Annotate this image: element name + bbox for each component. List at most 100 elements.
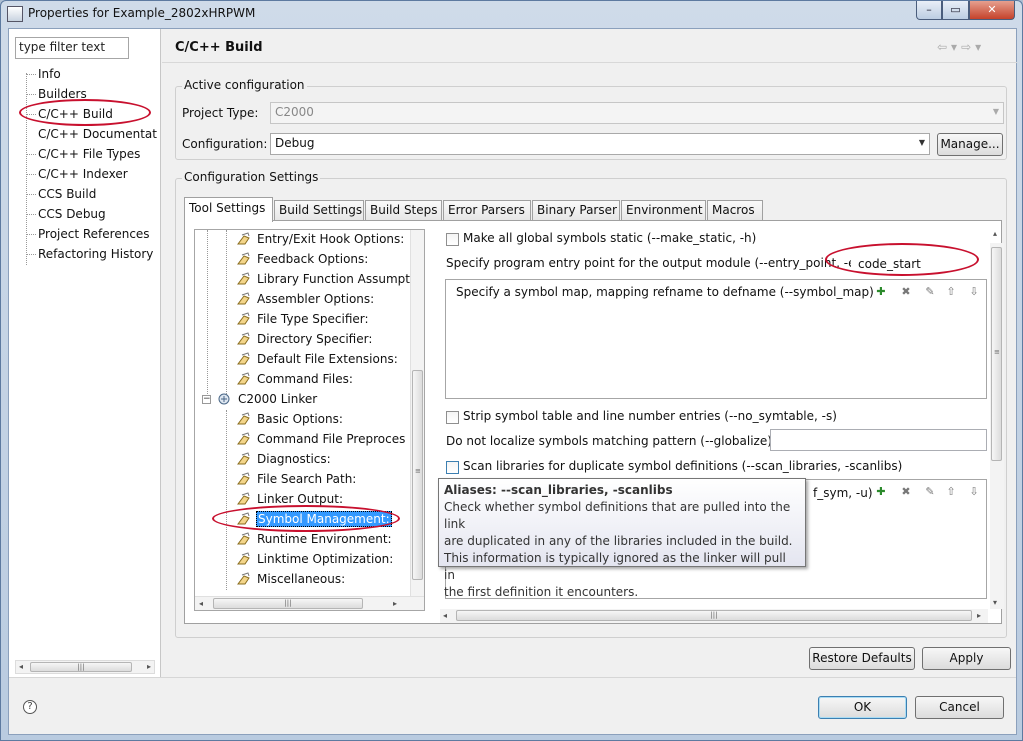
nav-horizontal-scrollbar[interactable]: ◂ ||| ▸ — [15, 660, 155, 674]
tab-environment[interactable]: Environment — [621, 200, 706, 221]
tree-item-basic-options[interactable]: Basic Options: — [257, 412, 343, 426]
scroll-down-arrow-icon[interactable]: ▾ — [993, 598, 997, 607]
move-up-icon[interactable]: ⇧ — [943, 484, 959, 500]
tree-item-miscellaneous[interactable]: Miscellaneous: — [257, 572, 345, 586]
tree-item-linker-output[interactable]: Linker Output: — [257, 492, 343, 506]
tree-item-c2000-linker[interactable]: C2000 Linker — [238, 392, 317, 406]
settings-vertical-scrollbar[interactable]: ▴ ≡ ▾ — [990, 229, 1004, 609]
scroll-grip-icon: ≡ — [415, 467, 421, 475]
project-type-combo: C2000 ▼ — [270, 102, 1004, 124]
options-page-icon — [236, 532, 252, 546]
tree-item-symbol-management[interactable]: Symbol Management: — [256, 511, 392, 527]
make-static-label: Make all global symbols static (--make_s… — [463, 231, 757, 245]
settings-hscroll-thumb[interactable]: ||| — [456, 610, 972, 621]
tool-tree-horizontal-scrollbar[interactable]: ◂ ||| ▸ — [195, 596, 424, 610]
close-button[interactable]: ✕ — [969, 1, 1015, 20]
scroll-left-arrow-icon[interactable]: ◂ — [199, 599, 203, 608]
maximize-button[interactable]: ▭ — [942, 1, 969, 20]
tab-error-parsers[interactable]: Error Parsers — [443, 200, 531, 221]
edit-icon[interactable]: ✎ — [922, 284, 938, 300]
strip-symtable-label: Strip symbol table and line number entri… — [463, 409, 837, 423]
tree-item-file-search-path[interactable]: File Search Path: — [257, 472, 356, 486]
options-page-icon — [236, 492, 252, 506]
tree-item-runtime-environment[interactable]: Runtime Environment: — [257, 532, 392, 546]
apply-button[interactable]: Apply — [922, 647, 1011, 670]
nav-item-project-references[interactable]: Project References — [26, 227, 150, 241]
scroll-right-arrow-icon[interactable]: ▸ — [393, 599, 397, 608]
options-page-icon — [236, 472, 252, 486]
tooltip-alias-prefix: Aliases: — [444, 483, 502, 497]
tree-item-feedback-options[interactable]: Feedback Options: — [257, 252, 368, 266]
tooltip-alias-value: --scan_libraries, -scanlibs — [501, 483, 673, 497]
scan-libraries-checkbox[interactable] — [446, 461, 459, 474]
tree-item-command-file-preprocessing[interactable]: Command File Preproces — [257, 432, 405, 446]
options-page-icon — [236, 352, 252, 366]
scroll-left-arrow-icon[interactable]: ◂ — [443, 611, 447, 620]
manage-button[interactable]: Manage... — [937, 133, 1003, 156]
delete-icon[interactable]: ✖ — [898, 484, 914, 500]
move-up-icon[interactable]: ⇧ — [943, 284, 959, 300]
tree-item-library-function-assumptions[interactable]: Library Function Assumpti — [257, 272, 413, 286]
filter-input[interactable]: type filter text — [15, 37, 129, 59]
tree-item-default-file-extensions[interactable]: Default File Extensions: — [257, 352, 398, 366]
active-config-label: Active configuration — [182, 78, 307, 92]
entry-point-input[interactable]: code_start — [851, 254, 987, 276]
settings-scroll-thumb[interactable]: ≡ — [991, 247, 1002, 461]
move-down-icon[interactable]: ⇩ — [966, 284, 982, 300]
tree-item-file-type-specifier[interactable]: File Type Specifier: — [257, 312, 369, 326]
nav-item-cpp-build[interactable]: C/C++ Build — [26, 107, 113, 121]
nav-item-ccs-build[interactable]: CCS Build — [25, 187, 96, 201]
tree-item-command-files[interactable]: Command Files: — [257, 372, 353, 386]
globalize-input[interactable] — [770, 429, 987, 451]
edit-icon[interactable]: ✎ — [922, 484, 938, 500]
nav-item-info[interactable]: Info — [26, 67, 61, 81]
add-icon[interactable]: ✚ — [873, 284, 889, 300]
window-icon — [7, 6, 23, 22]
globalize-label: Do not localize symbols matching pattern… — [446, 434, 772, 448]
tool-tree-hscroll-thumb[interactable]: ||| — [213, 598, 363, 609]
tree-item-assembler-options[interactable]: Assembler Options: — [257, 292, 374, 306]
strip-symtable-checkbox[interactable] — [446, 411, 459, 424]
minimize-button[interactable]: – — [916, 1, 942, 20]
nav-scroll-thumb[interactable]: ||| — [30, 662, 132, 672]
configuration-label: Configuration: — [182, 137, 268, 151]
nav-item-builders[interactable]: Builders — [26, 87, 87, 101]
tool-tree-scroll-thumb[interactable]: ≡ — [412, 370, 423, 580]
configuration-combo[interactable]: Debug ▼ — [270, 133, 930, 155]
ok-button[interactable]: OK — [818, 696, 907, 719]
scroll-left-arrow-icon[interactable]: ◂ — [19, 662, 23, 671]
nav-pane: type filter text Info Builders C/C++ Bui… — [9, 29, 161, 677]
collapse-icon[interactable]: − — [202, 395, 211, 404]
scroll-right-arrow-icon[interactable]: ▸ — [147, 662, 151, 671]
move-down-icon[interactable]: ⇩ — [966, 484, 982, 500]
restore-defaults-button[interactable]: Restore Defaults — [809, 647, 915, 670]
make-static-checkbox[interactable] — [446, 233, 459, 246]
nav-item-cpp-file-types[interactable]: C/C++ File Types — [25, 147, 140, 161]
settings-horizontal-scrollbar[interactable]: ◂ ||| ▸ — [440, 609, 988, 623]
chevron-down-icon[interactable]: ▼ — [919, 138, 925, 147]
scroll-up-arrow-icon[interactable]: ▴ — [993, 229, 997, 238]
tab-build-settings[interactable]: Build Settings — [274, 200, 364, 221]
cancel-button[interactable]: Cancel — [915, 696, 1004, 719]
scroll-grip-icon: ≡ — [994, 348, 1000, 356]
add-icon[interactable]: ✚ — [873, 484, 889, 500]
tab-macros[interactable]: Macros — [707, 200, 763, 221]
tree-item-directory-specifier[interactable]: Directory Specifier: — [257, 332, 372, 346]
help-icon[interactable]: ? — [23, 700, 37, 714]
tab-binary-parser[interactable]: Binary Parser — [532, 200, 620, 221]
history-nav-arrows-icon[interactable]: ⇦▾⇨▾ — [937, 40, 985, 54]
scroll-right-arrow-icon[interactable]: ▸ — [977, 611, 981, 620]
tab-build-steps[interactable]: Build Steps — [365, 200, 442, 221]
tool-tree-vertical-scrollbar[interactable]: ≡ — [410, 230, 424, 596]
tree-item-diagnostics[interactable]: Diagnostics: — [257, 452, 331, 466]
nav-item-refactoring-history[interactable]: Refactoring History — [25, 247, 153, 261]
tab-tool-settings[interactable]: Tool Settings — [184, 197, 273, 222]
symbol-map-list[interactable]: Specify a symbol map, mapping refname to… — [445, 279, 987, 399]
nav-item-ccs-debug[interactable]: CCS Debug — [26, 207, 106, 221]
tree-item-linktime-optimization[interactable]: Linktime Optimization: — [257, 552, 393, 566]
nav-item-cpp-indexer[interactable]: C/C++ Indexer — [26, 167, 128, 181]
delete-icon[interactable]: ✖ — [898, 284, 914, 300]
nav-item-cpp-documentation[interactable]: C/C++ Documentation — [38, 127, 158, 141]
title-bar[interactable]: Properties for Example_2802xHRPWM – ▭ ✕ — [1, 1, 1022, 27]
tree-item-entry-exit-hook[interactable]: Entry/Exit Hook Options: — [257, 232, 404, 246]
